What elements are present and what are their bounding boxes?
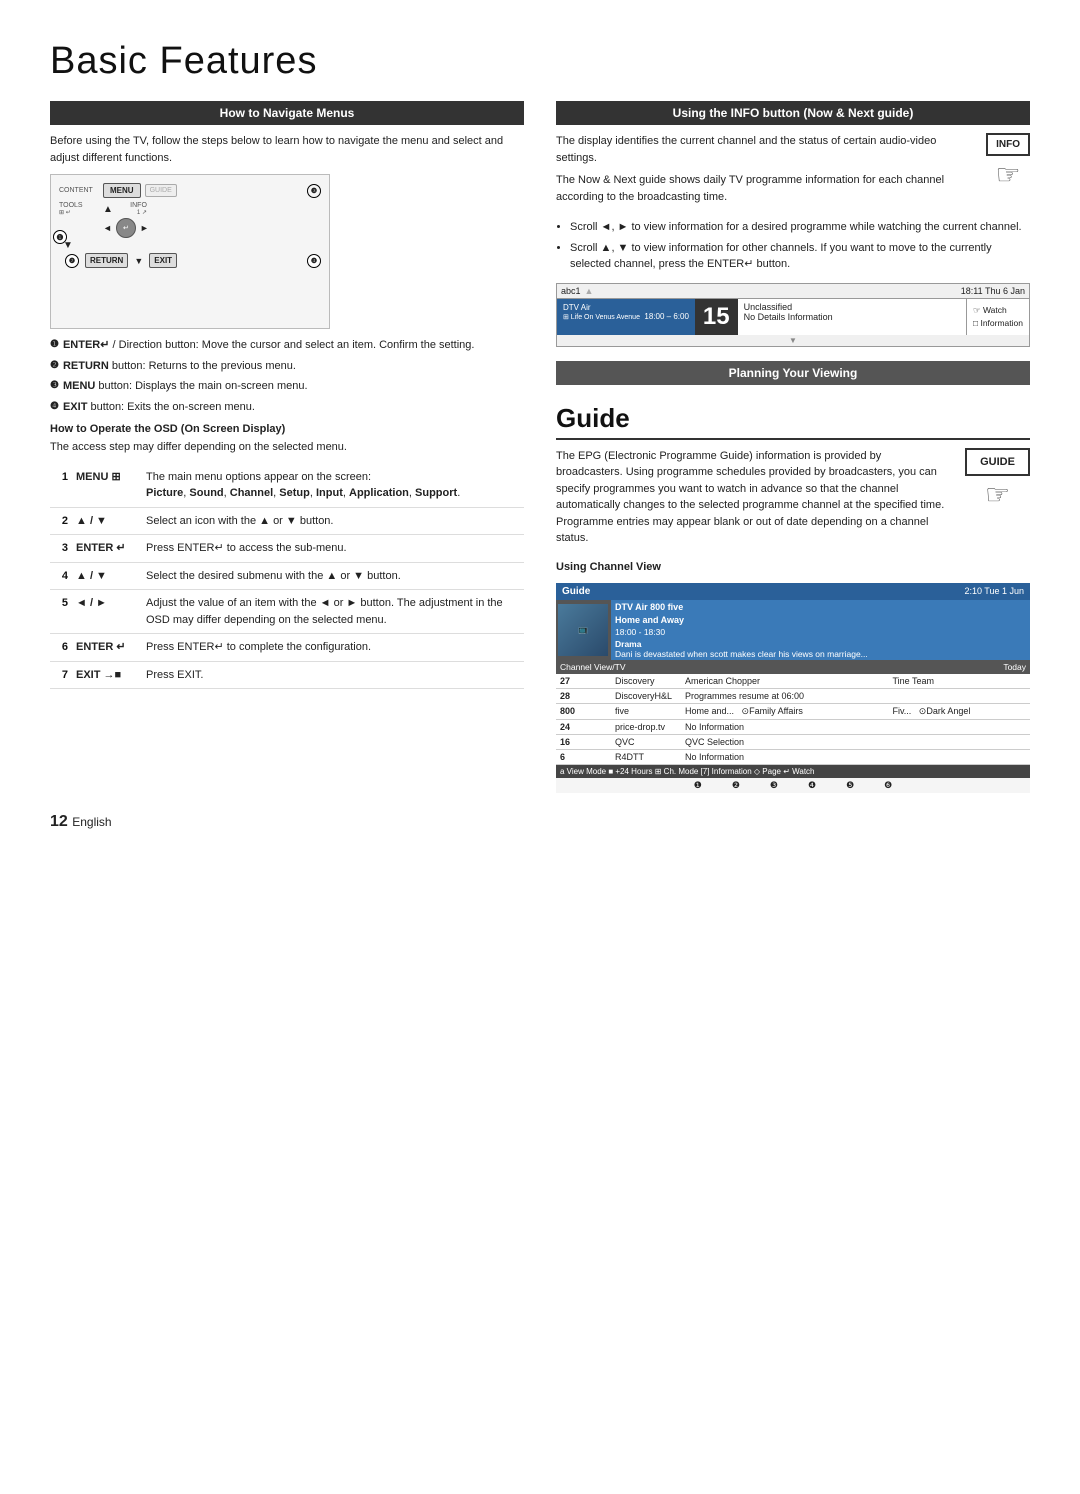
osd-note: The access step may differ depending on … — [50, 439, 524, 456]
osd-row-2: 2 ▲ / ▼ Select an icon with the ▲ or ▼ b… — [50, 507, 524, 535]
epg-channels-header-row: Channel View/TV Today — [556, 660, 1030, 674]
ci-main: DTV Air ⊞ Life On Venus Avenue 18:00 – 6… — [557, 299, 1029, 335]
guide-label: GUIDE — [965, 448, 1030, 476]
epg-header-title: Guide — [562, 586, 590, 597]
channel-info-box: abc1 ▲ 18:11 Thu 6 Jan DTV Air ⊞ Life On… — [556, 283, 1030, 347]
osd-row-4: 4 ▲ / ▼ Select the desired submenu with … — [50, 562, 524, 590]
epg-num-5: ❺ — [846, 780, 854, 791]
using-channel-view-heading: Using Channel View — [556, 561, 1030, 573]
epg-num-2: ❷ — [732, 780, 740, 791]
info-hand-icon: ☞ — [986, 158, 1030, 191]
info-text: The display identifies the current chann… — [556, 133, 976, 211]
left-column: How to Navigate Menus Before using the T… — [50, 101, 524, 793]
navigate-intro: Before using the TV, follow the steps be… — [50, 133, 524, 166]
epg-desc: Dani is devastated when scott makes clea… — [615, 649, 868, 659]
guide-text: The EPG (Electronic Programme Guide) inf… — [556, 448, 949, 553]
epg-thumbnail: 📺 — [556, 600, 611, 660]
navigate-menus-header: How to Navigate Menus — [50, 101, 524, 125]
epg-preview-title: DTV Air 800 five — [611, 600, 1030, 614]
epg-today-label: Today — [681, 660, 1030, 674]
info-bullets: Scroll ◄, ► to view information for a de… — [570, 219, 1030, 273]
epg-numbered-row: ❶ ❷ ❸ ❹ ❺ ❻ — [556, 778, 1030, 793]
ci-sub-channel: DTV Air ⊞ Life On Venus Avenue 18:00 – 6… — [557, 299, 695, 335]
epg-footer-text: a View Mode ■ +24 Hours ⊞ Ch. Mode [7] I… — [556, 764, 1030, 778]
info-diagram-area: INFO ☞ — [986, 133, 1030, 191]
guide-diagram-area: GUIDE ☞ — [965, 448, 1030, 511]
info-para2: The Now & Next guide shows daily TV prog… — [556, 172, 976, 205]
epg-genre: Drama — [615, 639, 641, 649]
ci-actions: ☞ Watch □ Information — [966, 299, 1029, 335]
guide-para1: The EPG (Electronic Programme Guide) inf… — [556, 448, 949, 547]
ci-details: Unclassified No Details Information — [738, 299, 966, 335]
epg-num-4: ❹ — [808, 780, 816, 791]
ci-time: 18:11 Thu 6 Jan — [961, 286, 1025, 296]
epg-preview-details: Drama Dani is devastated when scott make… — [556, 638, 1030, 660]
osd-row-7: 7 EXIT →■ Press EXIT. — [50, 661, 524, 689]
guide-hand-icon: ☞ — [965, 478, 1030, 511]
epg-preview-row: 📺 DTV Air 800 five — [556, 600, 1030, 614]
right-column: Using the INFO button (Now & Next guide)… — [556, 101, 1030, 793]
info-bullet-2: Scroll ▲, ▼ to view information for othe… — [570, 240, 1030, 273]
osd-row-3: 3 ENTER ↵ Press ENTER↵ to access the sub… — [50, 535, 524, 563]
osd-row-1: 1 MENU ⊞ The main menu options appear on… — [50, 464, 524, 508]
epg-num-6: ❻ — [884, 780, 892, 791]
epg-preview-time: 18:00 - 18:30 — [556, 626, 1030, 638]
osd-subheading: How to Operate the OSD (On Screen Displa… — [50, 423, 524, 435]
epg-channel-27: 27 Discovery American Chopper Tine Team — [556, 674, 1030, 689]
epg-footer: a View Mode ■ +24 Hours ⊞ Ch. Mode [7] I… — [556, 764, 1030, 778]
epg-channel-6: 6 R4DTT No Information — [556, 749, 1030, 764]
annotation-1: ❶ ENTER↵ / Direction button: Move the cu… — [50, 337, 524, 354]
planning-header: Planning Your Viewing — [556, 361, 1030, 385]
remote-diagram: CONTENT MENU GUIDE ❸ TOOLS⊞ ↵ ▲ INFO1 ↗ … — [50, 174, 330, 329]
page-number: 12 English — [50, 813, 1030, 831]
osd-table: 1 MENU ⊞ The main menu options appear on… — [50, 464, 524, 690]
ci-channel-name: abc1 — [561, 286, 581, 296]
epg-preview-program: Home and Away — [556, 614, 1030, 626]
annotation-3: ❸ MENU button: Displays the main on-scre… — [50, 378, 524, 395]
annotation-2: ❷ RETURN button: Returns to the previous… — [50, 358, 524, 375]
epg-num-3: ❸ — [770, 780, 778, 791]
epg-channel-24: 24 price-drop.tv No Information — [556, 719, 1030, 734]
epg-channel-28: 28 DiscoveryH&L Programmes resume at 06:… — [556, 688, 1030, 703]
info-label: INFO — [986, 133, 1030, 156]
epg-table: Guide 2:10 Tue 1 Jun 📺 DTV Air 800 five … — [556, 583, 1030, 793]
guide-content: The EPG (Electronic Programme Guide) inf… — [556, 448, 1030, 553]
page-title: Basic Features — [50, 40, 1030, 83]
ci-action-watch: ☞ Watch — [973, 305, 1023, 316]
ci-arrow-down: ▼ — [557, 335, 1029, 346]
info-section: The display identifies the current chann… — [556, 133, 1030, 211]
guide-title: Guide — [556, 403, 1030, 440]
annotations-list: ❶ ENTER↵ / Direction button: Move the cu… — [50, 337, 524, 415]
info-para1: The display identifies the current chann… — [556, 133, 976, 166]
ci-top: abc1 ▲ 18:11 Thu 6 Jan — [557, 284, 1029, 299]
epg-num-1: ❶ — [694, 780, 702, 791]
channel-num-big: 15 — [695, 299, 738, 335]
epg-channels-label: Channel View/TV — [556, 660, 681, 674]
epg-channel-16: 16 QVC QVC Selection — [556, 734, 1030, 749]
info-bullet-1: Scroll ◄, ► to view information for a de… — [570, 219, 1030, 236]
annotation-4: ❹ EXIT button: Exits the on-screen menu. — [50, 399, 524, 416]
epg-header-row: Guide 2:10 Tue 1 Jun — [556, 583, 1030, 600]
epg-header-time: 2:10 Tue 1 Jun — [964, 586, 1024, 596]
info-header: Using the INFO button (Now & Next guide) — [556, 101, 1030, 125]
osd-row-5: 5 ◄ / ► Adjust the value of an item with… — [50, 590, 524, 634]
ci-action-info: □ Information — [973, 318, 1023, 328]
epg-channel-800: 800 five Home and... ⊙Family Affairs Fiv… — [556, 703, 1030, 719]
osd-row-6: 6 ENTER ↵ Press ENTER↵ to complete the c… — [50, 634, 524, 662]
